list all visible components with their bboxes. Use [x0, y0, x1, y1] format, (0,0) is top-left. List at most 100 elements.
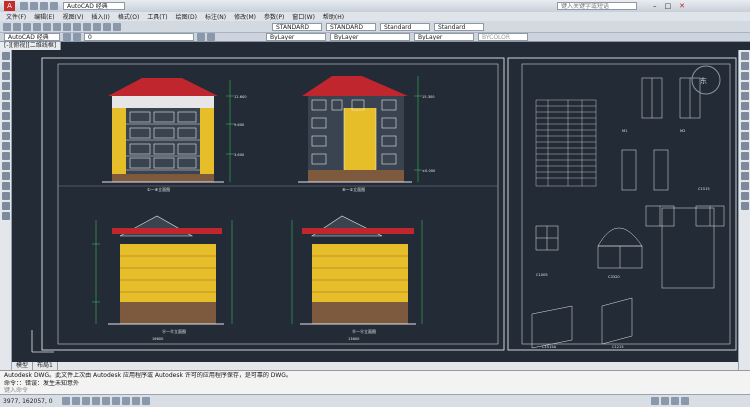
menu-file[interactable]: 文件(F): [6, 12, 26, 21]
trim-icon[interactable]: [741, 142, 749, 150]
linetype-dropdown[interactable]: ByLayer: [330, 33, 410, 41]
mirror-icon[interactable]: [741, 72, 749, 80]
new-icon[interactable]: [20, 2, 28, 10]
annotation-scale-icon[interactable]: [660, 397, 669, 405]
menu-help[interactable]: 帮助(H): [323, 12, 344, 21]
array-icon[interactable]: [741, 92, 749, 100]
tab-layout1[interactable]: 布局1: [33, 362, 58, 370]
paste-icon[interactable]: [63, 22, 71, 31]
menu-modify[interactable]: 修改(M): [234, 12, 256, 21]
break-icon[interactable]: [741, 162, 749, 170]
ducs-icon[interactable]: [121, 397, 130, 405]
search-input[interactable]: 键入关键字或短语: [557, 2, 637, 10]
undo-icon[interactable]: [73, 22, 81, 31]
menu-parametric[interactable]: 参数(P): [264, 12, 284, 21]
menu-view[interactable]: 视图(V): [63, 12, 84, 21]
fillet-icon[interactable]: [741, 192, 749, 200]
osnap-icon[interactable]: [101, 397, 110, 405]
snap-icon[interactable]: [61, 397, 70, 405]
menu-tools[interactable]: 工具(T): [147, 12, 167, 21]
copy-object-icon[interactable]: [741, 62, 749, 70]
region-icon[interactable]: [2, 182, 10, 190]
otrack-icon[interactable]: [111, 397, 120, 405]
menu-edit[interactable]: 编辑(E): [34, 12, 54, 21]
command-window[interactable]: Autodesk DWG。此文件上次由 Autodesk 应用程序或 Autod…: [0, 370, 750, 394]
polar-icon[interactable]: [91, 397, 100, 405]
properties-icon[interactable]: [113, 22, 121, 31]
menu-format[interactable]: 格式(O): [118, 12, 139, 21]
workspace-switch-icon[interactable]: [670, 397, 679, 405]
draw-palette: [0, 50, 12, 370]
mtext-icon[interactable]: [2, 202, 10, 210]
polygon-icon[interactable]: [2, 72, 10, 80]
menu-draw[interactable]: 绘图(D): [176, 12, 197, 21]
lineweight-dropdown[interactable]: ByLayer: [414, 33, 474, 41]
add-selected-icon[interactable]: [2, 212, 10, 220]
model-space-icon[interactable]: [650, 397, 659, 405]
workspace-dropdown[interactable]: AutoCAD 经典: [63, 2, 125, 10]
text-style-dropdown[interactable]: STANDARD: [272, 22, 322, 31]
line-icon[interactable]: [2, 52, 10, 60]
open-icon[interactable]: [30, 2, 38, 10]
scale-icon[interactable]: [741, 122, 749, 130]
insert-block-icon[interactable]: [2, 132, 10, 140]
layer-previous-icon[interactable]: [207, 33, 215, 41]
menu-insert[interactable]: 插入(I): [91, 12, 109, 21]
tab-model[interactable]: 模型: [12, 362, 34, 370]
copy-icon[interactable]: [53, 22, 61, 31]
lock-icon[interactable]: [680, 397, 689, 405]
plot-style-dropdown[interactable]: BYCOLOR: [478, 33, 528, 41]
move-icon[interactable]: [741, 102, 749, 110]
menu-dimension[interactable]: 标注(N): [205, 12, 226, 21]
autocad-logo-icon[interactable]: A: [4, 1, 15, 11]
chamfer-icon[interactable]: [741, 182, 749, 190]
gradient-icon[interactable]: [2, 172, 10, 180]
erase-icon[interactable]: [741, 52, 749, 60]
point-icon[interactable]: [2, 152, 10, 160]
layer-dropdown[interactable]: 0: [84, 33, 194, 41]
offset-icon[interactable]: [741, 82, 749, 90]
extend-icon[interactable]: [741, 152, 749, 160]
arc-icon[interactable]: [2, 92, 10, 100]
viewport-controls[interactable]: [-][俯视][二维线框]: [0, 42, 62, 50]
join-icon[interactable]: [741, 172, 749, 180]
rectangle-icon[interactable]: [2, 82, 10, 90]
maximize-icon[interactable]: □: [665, 2, 672, 10]
undo-icon[interactable]: [50, 2, 58, 10]
save-icon[interactable]: [40, 2, 48, 10]
lineweight-icon[interactable]: [141, 397, 150, 405]
print-icon[interactable]: [33, 22, 41, 31]
pan-icon[interactable]: [93, 22, 101, 31]
zoom-icon[interactable]: [103, 22, 111, 31]
explode-icon[interactable]: [741, 202, 749, 210]
ellipse-icon[interactable]: [2, 122, 10, 130]
table-style-dropdown[interactable]: Standard: [380, 22, 430, 31]
dyn-icon[interactable]: [131, 397, 140, 405]
new-icon[interactable]: [3, 22, 11, 31]
minimize-icon[interactable]: –: [653, 2, 657, 10]
polyline-icon[interactable]: [2, 62, 10, 70]
save-icon[interactable]: [23, 22, 31, 31]
color-dropdown[interactable]: ByLayer: [266, 33, 326, 41]
layer-state-icon[interactable]: [73, 33, 81, 41]
cut-icon[interactable]: [43, 22, 51, 31]
menu-window[interactable]: 窗口(W): [292, 12, 315, 21]
redo-icon[interactable]: [83, 22, 91, 31]
make-current-icon[interactable]: [197, 33, 205, 41]
stretch-icon[interactable]: [741, 132, 749, 140]
hatch-icon[interactable]: [2, 162, 10, 170]
dim-style-dropdown[interactable]: STANDARD: [326, 22, 376, 31]
open-icon[interactable]: [13, 22, 21, 31]
multileader-style-dropdown[interactable]: Standard: [434, 22, 484, 31]
grid-icon[interactable]: [71, 397, 80, 405]
rotate-icon[interactable]: [741, 112, 749, 120]
spline-icon[interactable]: [2, 112, 10, 120]
layer-manager-icon[interactable]: [63, 33, 71, 41]
circle-icon[interactable]: [2, 102, 10, 110]
workspace-label[interactable]: AutoCAD 经典: [4, 33, 60, 41]
make-block-icon[interactable]: [2, 142, 10, 150]
ortho-icon[interactable]: [81, 397, 90, 405]
close-icon[interactable]: ✕: [679, 2, 685, 10]
table-icon[interactable]: [2, 192, 10, 200]
drawing-canvas[interactable]: 12.600 9.600 3.600 ①—⑧立面图 15.300 ±0.000 …: [12, 50, 738, 362]
